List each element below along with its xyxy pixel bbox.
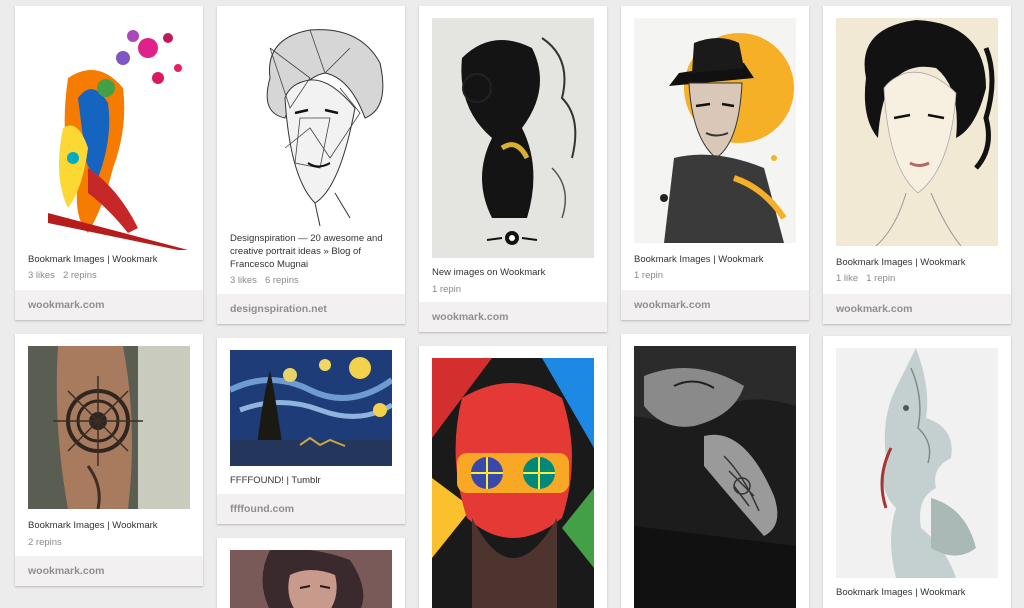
pin-card[interactable] bbox=[621, 334, 809, 608]
pin-image[interactable] bbox=[432, 358, 594, 608]
pin-source-link[interactable]: wookmark.com bbox=[621, 290, 809, 320]
pin-card[interactable] bbox=[419, 346, 607, 608]
pin-source-link[interactable]: wookmark.com bbox=[15, 556, 203, 586]
pin-source-link[interactable]: wookmark.com bbox=[15, 290, 203, 320]
repins-count: 1 repin bbox=[634, 270, 664, 281]
pin-card[interactable]: New images on Wookmark 1 repin wookmark.… bbox=[419, 6, 607, 332]
pin-description[interactable]: Bookmark Images | Wookmark bbox=[28, 253, 188, 266]
pin-card[interactable]: Bookmark Images | Wookmark 1 like 1 repin… bbox=[823, 6, 1011, 324]
pin-stats: 1 repin bbox=[634, 270, 671, 281]
pin-description[interactable]: New images on Wookmark bbox=[432, 266, 592, 279]
pin-card[interactable]: Bookmark Images | Wookmark bbox=[823, 336, 1011, 608]
pin-stats: 1 like 1 repin bbox=[836, 273, 903, 284]
pin-description[interactable]: Bookmark Images | Wookmark bbox=[28, 519, 188, 532]
pin-description[interactable]: FFFFOUND! | Tumblr bbox=[230, 474, 390, 487]
pin-description[interactable]: Bookmark Images | Wookmark bbox=[634, 253, 794, 266]
repins-count: 2 repins bbox=[62, 270, 97, 281]
pin-description[interactable]: Bookmark Images | Wookmark bbox=[836, 256, 996, 269]
repins-count: 1 repin bbox=[432, 284, 462, 295]
pin-source-link[interactable]: ffffound.com bbox=[217, 494, 405, 524]
pin-image[interactable] bbox=[230, 18, 392, 226]
pin-description[interactable]: Designspiration — 20 awesome and creativ… bbox=[230, 232, 390, 271]
pin-image[interactable] bbox=[634, 18, 796, 243]
pin-image[interactable] bbox=[432, 18, 594, 258]
likes-count: 1 like bbox=[836, 273, 859, 284]
likes-count: 3 likes bbox=[230, 275, 257, 286]
pin-source-link[interactable]: wookmark.com bbox=[419, 302, 607, 332]
pin-image[interactable] bbox=[230, 550, 392, 608]
repins-count: 1 repin bbox=[866, 273, 896, 284]
pin-card[interactable]: Bookmark Images | Wookmark 2 repins wook… bbox=[15, 334, 203, 586]
pin-source-link[interactable]: wookmark.com bbox=[823, 294, 1011, 324]
pin-card[interactable] bbox=[217, 538, 405, 608]
pin-card[interactable]: Designspiration — 20 awesome and creativ… bbox=[217, 6, 405, 324]
repins-count: 2 repins bbox=[28, 537, 62, 548]
pin-image[interactable] bbox=[28, 346, 190, 509]
pin-source-link[interactable]: designspiration.net bbox=[217, 294, 405, 324]
likes-count: 3 likes bbox=[28, 270, 55, 281]
repins-count: 6 repins bbox=[264, 275, 299, 286]
pin-image[interactable] bbox=[836, 18, 998, 246]
pin-card[interactable]: FFFFOUND! | Tumblr ffffound.com bbox=[217, 338, 405, 524]
pin-image[interactable] bbox=[28, 18, 190, 250]
pin-image[interactable] bbox=[634, 346, 796, 608]
pin-stats: 3 likes 2 repins bbox=[28, 270, 105, 281]
pin-stats: 2 repins bbox=[28, 537, 70, 548]
pin-stats: 3 likes 6 repins bbox=[230, 275, 307, 286]
pin-stats: 1 repin bbox=[432, 284, 469, 295]
pin-card[interactable]: Bookmark Images | Wookmark 3 likes 2 repi… bbox=[15, 6, 203, 320]
pin-image[interactable] bbox=[836, 348, 998, 578]
pin-card[interactable]: Bookmark Images | Wookmark 1 repin wookm… bbox=[621, 6, 809, 320]
pin-image[interactable] bbox=[230, 350, 392, 466]
